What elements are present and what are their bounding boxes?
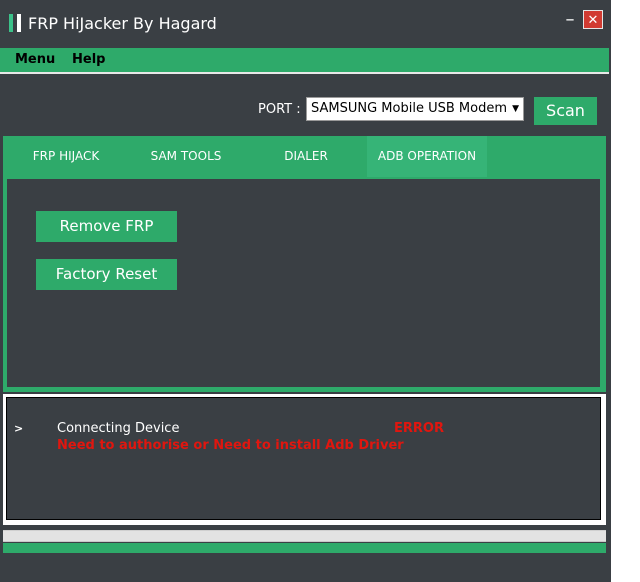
close-button[interactable]: ✕ [583,10,603,29]
port-label: PORT : [258,102,301,117]
tab-content-adb-operation: Remove FRP Factory Reset [7,179,600,387]
tab-adb-operation[interactable]: ADB OPERATION [367,136,487,177]
title-bar: FRP HiJacker By Hagard – ✕ [0,0,611,48]
status-bar [3,543,606,553]
app-logo-icon [9,14,21,32]
dropdown-arrow-icon[interactable]: ▼ [512,98,519,120]
log-frame: > Connecting Device ERROR Need to author… [3,394,606,525]
remove-frp-button[interactable]: Remove FRP [36,211,177,242]
menu-item-help[interactable]: Help [72,52,105,67]
progress-bar [3,530,606,542]
menu-item-menu[interactable]: Menu [15,52,55,67]
factory-reset-button[interactable]: Factory Reset [36,259,177,290]
tab-panel: FRP HIJACK SAM TOOLS DIALER ADB OPERATIO… [3,136,606,392]
port-select[interactable]: SAMSUNG Mobile USB Modem # ▼ [306,97,524,121]
log-error-detail: Need to authorise or Need to install Adb… [57,438,404,453]
window-title: FRP HiJacker By Hagard [28,14,217,33]
log-status-error: ERROR [394,421,444,436]
menu-bar: Menu Help [0,48,609,74]
port-selected-value: SAMSUNG Mobile USB Modem # [311,101,507,116]
tab-sam-tools[interactable]: SAM TOOLS [135,136,237,177]
log-prompt: > [14,422,24,435]
log-output[interactable]: > Connecting Device ERROR Need to author… [6,397,601,520]
scan-button[interactable]: Scan [534,97,597,125]
log-message: Connecting Device [57,421,180,436]
app-window: FRP HiJacker By Hagard – ✕ Menu Help POR… [0,0,611,582]
tab-frp-hijack[interactable]: FRP HIJACK [21,136,111,177]
tab-dialer[interactable]: DIALER [269,136,343,177]
minimize-button[interactable]: – [561,10,579,30]
